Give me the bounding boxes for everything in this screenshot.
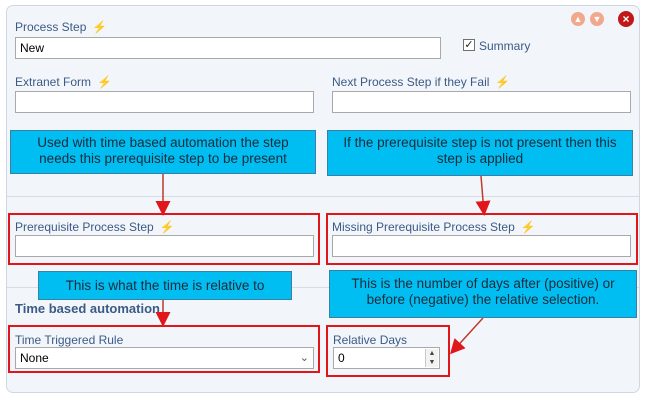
prereq-callout: Used with time based automation the step… <box>10 130 316 174</box>
callout-arrows <box>155 173 491 355</box>
relative-days-callout: This is the number of days after (positi… <box>329 270 637 318</box>
time-rule-callout: This is what the time is relative to <box>38 271 292 300</box>
missing-prereq-callout: If the prerequisite step is not present … <box>327 130 633 176</box>
